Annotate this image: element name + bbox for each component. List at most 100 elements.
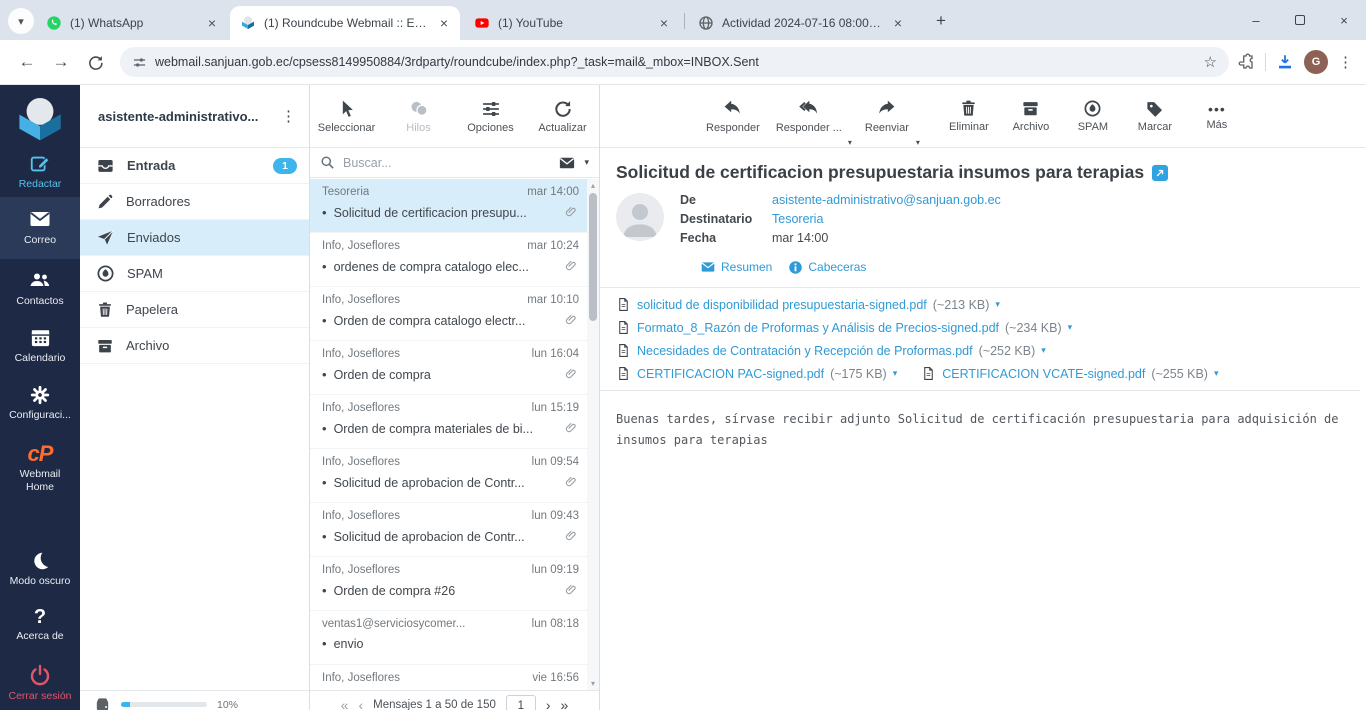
reload-icon <box>87 54 104 71</box>
close-icon[interactable]: × <box>206 15 218 31</box>
scrollbar-thumb[interactable] <box>589 193 597 321</box>
tab-whatsapp[interactable]: (1) WhatsApp × <box>36 6 228 40</box>
forward-button[interactable]: → <box>44 45 78 79</box>
attachment-menu-icon[interactable]: ▾ <box>893 368 898 379</box>
search-input[interactable] <box>343 156 550 170</box>
page-input[interactable]: 1 <box>506 695 536 710</box>
reload-button[interactable] <box>78 45 112 79</box>
sidebar-item-mail[interactable]: Correo <box>0 197 80 259</box>
scroll-up-icon[interactable]: ▴ <box>587 181 599 190</box>
new-tab-button[interactable]: + <box>928 8 954 34</box>
close-icon[interactable]: × <box>658 15 670 31</box>
sidebar-item-webmail-home[interactable]: cP Webmail Home <box>0 443 80 494</box>
message-row[interactable]: Info, Josefloreslun 09:43 •Solicitud de … <box>310 503 587 557</box>
extensions-icon[interactable] <box>1237 53 1255 71</box>
folder-trash[interactable]: Papelera <box>80 292 309 328</box>
spam-button[interactable]: SPAM <box>1064 99 1122 133</box>
tab-roundcube[interactable]: (1) Roundcube Webmail :: Envia × <box>230 6 460 40</box>
attachment-menu-icon[interactable]: ▾ <box>1214 368 1219 379</box>
reply-all-menu-icon[interactable]: ▾ <box>848 138 852 147</box>
message-row[interactable]: Info, Josefloreslun 15:19 •Orden de comp… <box>310 395 587 449</box>
sidebar-item-dark-mode[interactable]: Modo oscuro <box>0 550 80 588</box>
folder-archive[interactable]: Archivo <box>80 328 309 364</box>
download-icon[interactable] <box>1276 53 1294 71</box>
sidebar-item-logout[interactable]: Cerrar sesión <box>0 663 80 703</box>
delete-button[interactable]: Eliminar <box>940 99 998 133</box>
attachment-name[interactable]: Formato_8_Razón de Proformas y Análisis … <box>637 321 999 335</box>
more-button[interactable]: ••• Más <box>1188 102 1246 131</box>
attachment-name[interactable]: solicitud de disponibilidad presupuestar… <box>637 298 927 312</box>
attachment-name[interactable]: CERTIFICACION VCATE-signed.pdf <box>942 367 1145 381</box>
forward-menu-icon[interactable]: ▾ <box>916 138 920 147</box>
forward-button[interactable]: Reenviar <box>858 98 916 134</box>
address-bar[interactable]: webmail.sanjuan.gob.ec/cpsess8149950884/… <box>120 47 1229 77</box>
mark-button[interactable]: Marcar <box>1126 99 1184 133</box>
attachment[interactable]: CERTIFICACION VCATE-signed.pdf (~255 KB)… <box>921 366 1218 381</box>
from-address[interactable]: asistente-administrativo@sanjuan.gob.ec <box>772 193 1001 207</box>
profile-avatar[interactable]: G <box>1304 50 1328 74</box>
list-scrollbar[interactable]: ▴ ▾ <box>587 179 599 690</box>
last-page-icon[interactable]: » <box>561 697 569 710</box>
message-row[interactable]: Info, Josefloreslun 09:54 •Solicitud de … <box>310 449 587 503</box>
attachment-menu-icon[interactable]: ▾ <box>1068 322 1073 333</box>
folder-sent[interactable]: Enviados <box>80 220 309 256</box>
search-scope-icon[interactable] <box>558 154 576 172</box>
select-button[interactable]: Seleccionar <box>315 99 379 134</box>
close-window-button[interactable]: × <box>1322 0 1366 40</box>
next-page-icon[interactable]: › <box>546 697 551 710</box>
close-icon[interactable]: × <box>892 15 904 31</box>
attachment[interactable]: CERTIFICACION PAC-signed.pdf (~175 KB) ▾ <box>616 366 897 381</box>
message-row[interactable]: Info, Josefloresvie 16:56 <box>310 665 587 690</box>
sidebar-item-contacts[interactable]: Contactos <box>0 268 80 308</box>
tab-youtube[interactable]: (1) YouTube × <box>464 6 680 40</box>
attachment[interactable]: Necesidades de Contratación y Recepción … <box>616 343 1046 358</box>
chevron-down-icon[interactable]: ▾ <box>584 157 589 168</box>
open-in-new-window-icon[interactable] <box>1152 165 1168 181</box>
message-row[interactable]: Info, Josefloreslun 16:04 •Orden de comp… <box>310 341 587 395</box>
tab-actividad[interactable]: Actividad 2024-07-16 08:00:00 × <box>688 6 914 40</box>
attachment-menu-icon[interactable]: ▾ <box>1041 345 1046 356</box>
browser-menu-icon[interactable]: ⋮ <box>1338 53 1354 71</box>
site-settings-icon[interactable] <box>132 55 147 70</box>
tab-search-button[interactable]: ▾ <box>8 8 34 34</box>
bookmark-star-icon[interactable]: ☆ <box>1204 53 1217 71</box>
prev-page-icon[interactable]: ‹ <box>358 697 363 710</box>
roundcube-logo[interactable] <box>14 93 66 145</box>
attachment-menu-icon[interactable]: ▾ <box>995 299 1000 310</box>
sidebar-item-about[interactable]: ? Acerca de <box>0 607 80 643</box>
back-button[interactable]: ← <box>10 45 44 79</box>
folder-options-icon[interactable]: ⋮ <box>281 107 297 125</box>
archive-button[interactable]: Archivo <box>1002 99 1060 133</box>
folder-drafts[interactable]: Borradores <box>80 184 309 220</box>
first-page-icon[interactable]: « <box>341 697 349 710</box>
sidebar-item-compose[interactable]: Redactar <box>0 153 80 191</box>
summary-button[interactable]: Resumen <box>700 259 772 275</box>
sidebar-item-settings[interactable]: Configuraci... <box>0 384 80 422</box>
close-icon[interactable]: × <box>438 15 450 31</box>
maximize-button[interactable] <box>1278 0 1322 40</box>
attachment-name[interactable]: CERTIFICACION PAC-signed.pdf <box>637 367 824 381</box>
folder-inbox[interactable]: Entrada 1 <box>80 148 309 184</box>
refresh-button[interactable]: Actualizar <box>531 99 595 134</box>
attachment[interactable]: Formato_8_Razón de Proformas y Análisis … <box>616 320 1072 335</box>
message-row[interactable]: ventas1@serviciosycomer...lun 08:18 •env… <box>310 611 587 665</box>
sidebar-item-calendar[interactable]: Calendario <box>0 326 80 365</box>
to-address[interactable]: Tesoreria <box>772 212 823 226</box>
attachment[interactable]: solicitud de disponibilidad presupuestar… <box>616 297 1000 312</box>
headers-button[interactable]: Cabeceras <box>788 259 866 275</box>
message-row[interactable]: Tesoreriamar 14:00 •Solicitud de certifi… <box>310 179 587 233</box>
message-row[interactable]: Info, Josefloreslun 09:19 •Orden de comp… <box>310 557 587 611</box>
message-sender: Info, Joseflores <box>322 564 400 576</box>
question-icon: ? <box>34 607 46 627</box>
scroll-down-icon[interactable]: ▾ <box>587 679 599 688</box>
message-row[interactable]: Info, Josefloresmar 10:10 •Orden de comp… <box>310 287 587 341</box>
reply-all-button[interactable]: Responder ... <box>770 98 848 134</box>
message-row[interactable]: Info, Josefloresmar 10:24 •ordenes de co… <box>310 233 587 287</box>
threads-button[interactable]: Hilos <box>387 99 451 134</box>
folder-spam[interactable]: SPAM <box>80 256 309 292</box>
url-text[interactable]: webmail.sanjuan.gob.ec/cpsess8149950884/… <box>155 55 1196 69</box>
reply-button[interactable]: Responder <box>700 98 766 134</box>
minimize-button[interactable]: – <box>1234 0 1278 40</box>
attachment-name[interactable]: Necesidades de Contratación y Recepción … <box>637 344 973 358</box>
options-button[interactable]: Opciones <box>459 99 523 134</box>
